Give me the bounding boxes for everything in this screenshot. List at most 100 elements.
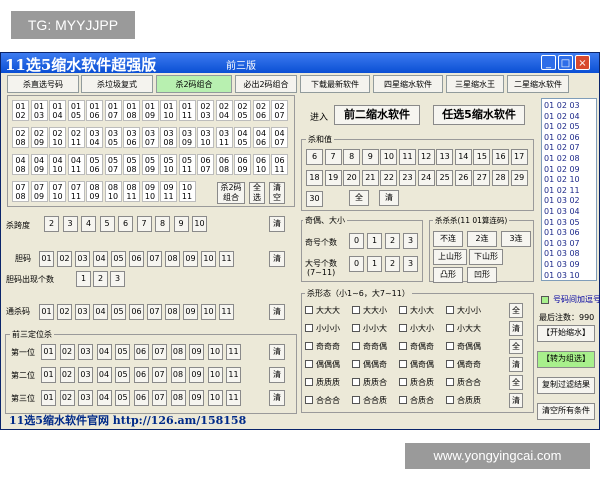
position-1-button-05[interactable]: 05 [115,344,130,360]
dan-button-04[interactable]: 04 [93,251,108,267]
kill-span-button-4[interactable]: 4 [81,216,96,232]
start-button[interactable]: 【开始缩水】 [537,325,595,342]
odd-count-button-2[interactable]: 2 [385,233,400,249]
shape-checkbox-14[interactable] [399,360,407,368]
tab-must-2code[interactable]: 必出2码组合 [235,75,297,93]
shape-all-button-2[interactable]: 全 [509,375,523,390]
combo-checkbox-07-08[interactable]: 07 08 [12,181,29,202]
maximize-icon[interactable]: □ [558,55,573,70]
kill-kill-button-6[interactable]: 凹形 [467,267,497,283]
position-3-button-11[interactable]: 11 [226,390,241,406]
sum-button-28[interactable]: 28 [492,170,509,186]
position-3-button-02[interactable]: 02 [59,390,75,406]
big-count-button-0[interactable]: 0 [349,256,364,272]
combo-checkbox-01-09[interactable]: 01 09 [141,100,159,121]
dan-button-03[interactable]: 03 [75,251,90,267]
odd-count-button-3[interactable]: 3 [403,233,418,249]
combo-checkbox-02-11[interactable]: 02 11 [67,127,85,148]
position-1-button-07[interactable]: 07 [152,344,167,360]
shape-checkbox-6[interactable] [399,324,407,332]
odd-count-button-0[interactable]: 0 [349,233,364,249]
combo-checkbox-03-11[interactable]: 03 11 [215,127,233,148]
tab-download[interactable]: 下载最新软件 [300,75,370,93]
tongsha-button-09[interactable]: 09 [183,304,198,320]
kill-span-button-3[interactable]: 3 [62,216,78,232]
combo-checkbox-05-07[interactable]: 05 07 [104,154,122,175]
position-1-button-06[interactable]: 06 [133,344,149,360]
list-item[interactable]: 01 03 10 [544,271,596,281]
shape-checkbox-5[interactable] [352,324,360,332]
shape-checkbox-17[interactable] [352,378,360,386]
sum-button-7[interactable]: 7 [324,149,342,165]
position-3-button-06[interactable]: 06 [133,390,149,406]
combo-checkbox-02-05[interactable]: 02 05 [234,100,251,121]
sum-button-9[interactable]: 9 [361,149,379,165]
clear-kill-span-button[interactable]: 清 [269,216,285,232]
shape-clear-button-0[interactable]: 清 [509,321,523,336]
sum-button-25[interactable]: 25 [436,170,454,186]
combo-checkbox-07-11[interactable]: 07 11 [67,181,85,202]
dan-button-08[interactable]: 08 [165,251,180,267]
position-1-button-02[interactable]: 02 [59,344,75,360]
position-2-button-06[interactable]: 06 [133,367,149,383]
any5-software-button[interactable]: 任选5缩水软件 [433,105,525,125]
dan-count-button-2[interactable]: 2 [93,271,108,287]
kill-kill-button-1[interactable]: 2连 [467,231,497,247]
combo-checkbox-09-10[interactable]: 09 10 [141,181,159,202]
shape-checkbox-23[interactable] [446,396,454,404]
combo-checkbox-03-07[interactable]: 03 07 [141,127,159,148]
kill-2code-combo-button[interactable]: 杀2码组合 [217,182,245,204]
dan-button-10[interactable]: 10 [201,251,216,267]
dan-button-09[interactable]: 09 [183,251,198,267]
sum-button-27[interactable]: 27 [473,170,491,186]
position-1-button-09[interactable]: 09 [189,344,204,360]
list-item[interactable]: 01 03 02 [544,196,596,207]
dan-button-11[interactable]: 11 [219,251,234,267]
shape-checkbox-22[interactable] [399,396,407,404]
shape-checkbox-13[interactable] [352,360,360,368]
combo-checkbox-04-09[interactable]: 04 09 [30,154,48,175]
shape-checkbox-1[interactable] [352,306,360,314]
list-item[interactable]: 01 03 05 [544,218,596,229]
combo-checkbox-01-08[interactable]: 01 08 [123,100,140,121]
shape-checkbox-12[interactable] [305,360,313,368]
combo-checkbox-02-07[interactable]: 02 07 [271,100,288,121]
position-1-button-08[interactable]: 08 [170,344,186,360]
tongsha-button-11[interactable]: 11 [219,304,234,320]
combo-checkbox-05-10[interactable]: 05 10 [160,154,177,175]
separator-checkbox[interactable] [541,296,549,304]
sum-all-button[interactable]: 全 [349,190,369,206]
list-item[interactable]: 01 02 03 [544,101,596,112]
kill-span-button-9[interactable]: 9 [173,216,189,232]
position-2-button-08[interactable]: 08 [170,367,186,383]
shape-checkbox-16[interactable] [305,378,313,386]
dan-button-01[interactable]: 01 [39,251,54,267]
combo-checkbox-03-09[interactable]: 03 09 [178,127,196,148]
tab-kill-junk[interactable]: 杀垃圾复式 [81,75,153,93]
kill-kill-button-3[interactable]: 上山形 [433,249,467,265]
position-2-button-07[interactable]: 07 [152,367,167,383]
combo-checkbox-02-08[interactable]: 02 08 [12,127,29,148]
combo-checkbox-01-06[interactable]: 01 06 [86,100,103,121]
big-count-button-3[interactable]: 3 [403,256,418,272]
sum-button-22[interactable]: 22 [380,170,398,186]
combo-checkbox-06-10[interactable]: 06 10 [252,154,270,175]
combo-checkbox-08-09[interactable]: 08 09 [86,181,103,202]
list-item[interactable]: 01 03 07 [544,239,596,250]
tongsha-button-02[interactable]: 02 [57,304,72,320]
position-3-button-10[interactable]: 10 [207,390,223,406]
combo-checkbox-09-11[interactable]: 09 11 [160,181,177,202]
list-item[interactable]: 01 03 08 [544,249,596,260]
combo-checkbox-02-10[interactable]: 02 10 [49,127,66,148]
tab-two-star[interactable]: 二星缩水软件 [507,75,569,93]
tab-kill-2code[interactable]: 杀2码组合 [156,75,232,93]
sum-button-20[interactable]: 20 [343,170,361,186]
odd-count-button-1[interactable]: 1 [367,233,382,249]
shape-clear-button-2[interactable]: 清 [509,393,523,408]
kill-span-button-10[interactable]: 10 [192,216,207,232]
clear-tongsha-button[interactable]: 清 [269,304,285,320]
shape-checkbox-0[interactable] [305,306,313,314]
combo-checkbox-05-09[interactable]: 05 09 [141,154,159,175]
combo-checkbox-01-03[interactable]: 01 03 [30,100,48,121]
list-item[interactable]: 01 02 06 [544,133,596,144]
